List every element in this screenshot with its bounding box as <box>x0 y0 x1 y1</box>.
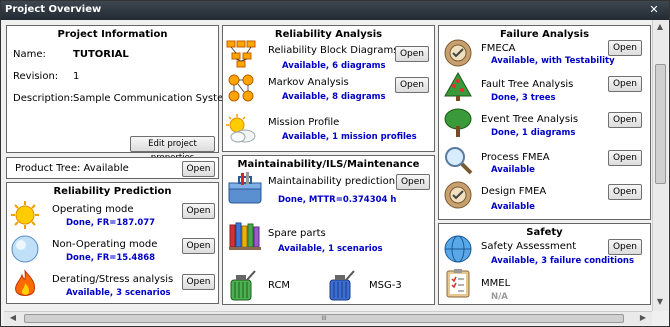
rbd-label: Reliability Block Diagrams <box>268 45 399 56</box>
maintainability-prediction-open-button[interactable]: Open <box>396 174 430 190</box>
window-title: Project Overview <box>5 4 102 15</box>
operating-mode-status: Done, FR=187.077 <box>66 218 156 228</box>
panel-title: Reliability Prediction <box>53 186 172 197</box>
name-value: TUTORIAL <box>73 49 129 60</box>
project-information-panel: Project Information Name: TUTORIAL Revis… <box>6 25 233 163</box>
non-operating-mode-status: Done, FR=15.4868 <box>66 253 156 263</box>
revision-label: Revision: <box>13 71 59 82</box>
close-icon[interactable]: ✕ <box>643 3 665 18</box>
rbd-status: Available, 6 diagrams <box>282 61 386 71</box>
operating-mode-open-button[interactable]: Open <box>182 203 215 219</box>
panel-title: Maintainability/ILS/Maintenance <box>237 159 420 170</box>
revision-value: 1 <box>73 71 80 82</box>
reliability-prediction-panel: Reliability Prediction Operating mode Do… <box>6 182 219 304</box>
non-operating-mode-label: Non-Operating mode <box>52 239 158 250</box>
maintainability-prediction-label: Maintainability prediction <box>268 176 396 187</box>
process-fmea-label: Process FMEA <box>481 152 550 163</box>
fault-tree-open-button[interactable]: Open <box>608 76 642 92</box>
edit-project-properties-button[interactable]: Edit project properties <box>130 136 215 163</box>
name-label: Name: <box>13 49 46 60</box>
fmeca-label: FMECA <box>481 43 516 54</box>
derating-stress-open-button[interactable]: Open <box>182 274 215 290</box>
spare-parts-label: Spare parts <box>268 228 326 239</box>
maintainability-panel: Maintainability/ILS/Maintenance Maintain… <box>222 155 435 305</box>
mmel-status: N/A <box>491 292 508 302</box>
fault-tree-icon <box>444 72 472 101</box>
fault-tree-status: Done, 3 trees <box>491 93 556 103</box>
non-operating-mode-open-button[interactable]: Open <box>182 238 215 254</box>
safety-assessment-label: Safety Assessment <box>481 241 577 252</box>
derating-stress-label: Derating/Stress analysis <box>52 274 174 285</box>
rcm-label: RCM <box>268 280 291 291</box>
safety-assessment-open-button[interactable]: Open <box>608 239 642 255</box>
design-fmea-icon <box>444 181 472 209</box>
toolbox-icon <box>228 172 262 204</box>
event-tree-icon <box>444 108 472 137</box>
clipboard-icon <box>446 269 470 298</box>
description-label: Description: <box>13 93 74 104</box>
safety-panel: Safety Safety Assessment Available, 3 fa… <box>438 223 651 305</box>
scroll-right-icon[interactable]: ▶ <box>636 313 650 322</box>
design-fmea-open-button[interactable]: Open <box>608 184 642 200</box>
moon-sphere-icon <box>11 235 39 263</box>
failure-analysis-panel: Failure Analysis FMECA Available, with T… <box>438 25 651 220</box>
mmel-label: MMEL <box>481 278 511 289</box>
scroll-left-icon[interactable]: ◀ <box>6 313 20 322</box>
title-bar: Project Overview ✕ <box>1 1 669 20</box>
fmeca-status: Available, with Testability <box>491 56 615 66</box>
rbd-open-button[interactable]: Open <box>395 46 429 62</box>
design-fmea-label: Design FMEA <box>481 186 547 197</box>
mission-profile-label: Mission Profile <box>268 117 340 128</box>
markov-label: Markov Analysis <box>268 77 349 88</box>
design-fmea-status: Available <box>491 202 535 212</box>
horizontal-scroll-thumb[interactable]: III <box>24 314 624 323</box>
sun-icon <box>11 201 39 229</box>
operating-mode-label: Operating mode <box>52 204 134 215</box>
fmeca-icon <box>444 39 472 67</box>
msg3-label: MSG-3 <box>369 280 402 291</box>
horizontal-scrollbar[interactable]: ◀ III ▶ <box>4 311 652 325</box>
vertical-scrollbar[interactable]: ▲ ▼ <box>652 20 668 311</box>
maintainability-prediction-status: Done, MTTR=0.374304 h <box>278 195 397 205</box>
markov-status: Available, 8 diagrams <box>282 92 386 102</box>
description-value: Sample Communication System <box>73 93 233 104</box>
oil-can-blue-icon <box>329 270 355 301</box>
panel-title: Project Information <box>57 29 168 40</box>
scroll-down-icon[interactable]: ▼ <box>653 297 667 306</box>
product-tree-label: Product Tree: Available <box>15 163 129 174</box>
process-fmea-open-button[interactable]: Open <box>608 150 642 166</box>
derating-stress-status: Available, 3 scenarios <box>66 288 171 298</box>
reliability-analysis-panel: Reliability Analysis Reliability Block D… <box>222 25 435 152</box>
event-tree-status: Done, 1 diagrams <box>491 128 576 138</box>
event-tree-label: Event Tree Analysis <box>481 114 579 125</box>
event-tree-open-button[interactable]: Open <box>608 112 642 128</box>
scroll-up-icon[interactable]: ▲ <box>653 22 667 31</box>
block-diagram-icon <box>226 40 256 68</box>
oil-can-green-icon <box>230 270 256 301</box>
markov-diagram-icon <box>228 74 254 102</box>
flame-icon <box>15 269 35 296</box>
vertical-scroll-thumb[interactable] <box>655 64 666 184</box>
books-icon <box>229 222 261 250</box>
fault-tree-label: Fault Tree Analysis <box>481 79 574 90</box>
magnifier-icon <box>445 147 473 175</box>
fmeca-open-button[interactable]: Open <box>608 40 642 56</box>
globe-icon <box>444 235 472 263</box>
sun-cloud-icon <box>226 114 256 143</box>
process-fmea-status: Available <box>491 165 535 175</box>
project-overview-window: Project Overview ✕ Project Information N… <box>0 0 670 327</box>
mission-profile-status: Available, 1 mission profiles <box>282 132 417 142</box>
spare-parts-status: Available, 1 scenarios <box>278 244 383 254</box>
product-tree-open-button[interactable]: Open <box>182 161 215 177</box>
safety-assessment-status: Available, 3 failure conditions <box>491 256 635 266</box>
product-tree-panel: Product Tree: Available Open <box>6 157 219 179</box>
markov-open-button[interactable]: Open <box>395 77 429 93</box>
